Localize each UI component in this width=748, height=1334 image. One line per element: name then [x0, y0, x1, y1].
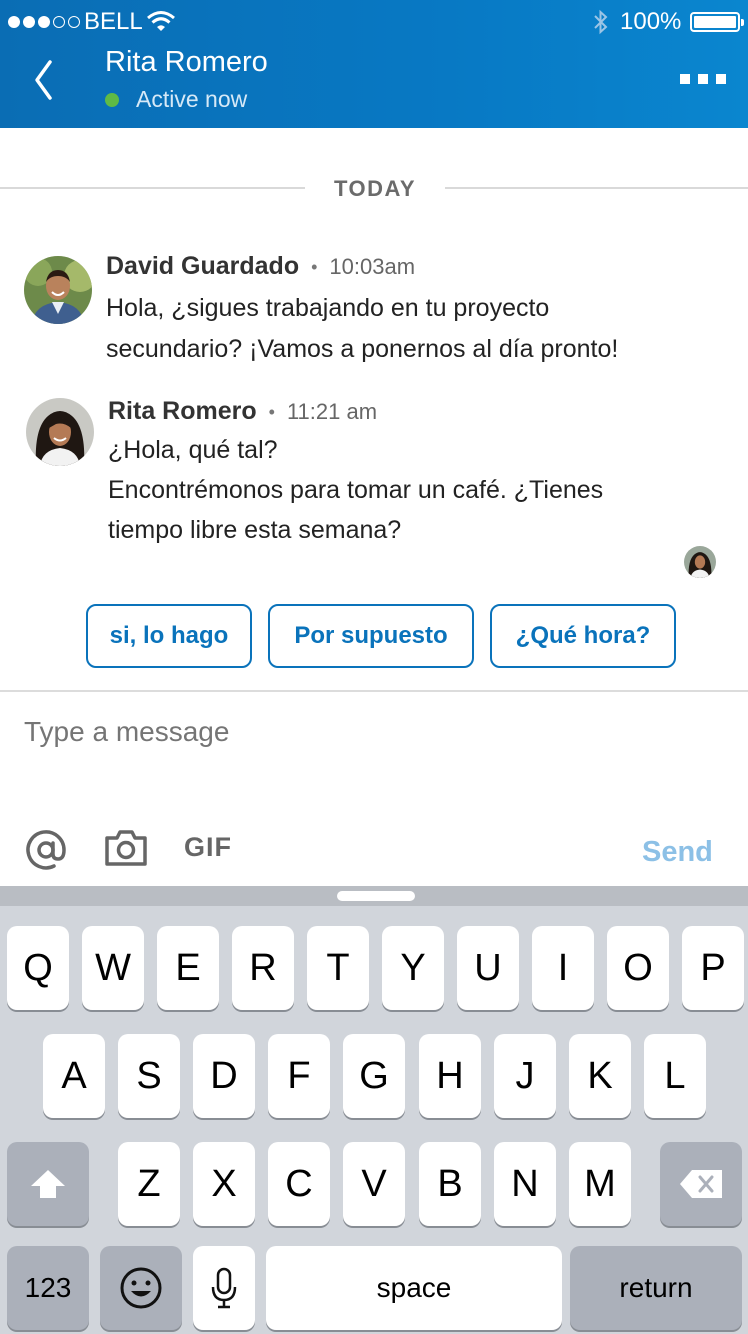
- key-k[interactable]: K: [569, 1034, 631, 1118]
- key-d[interactable]: D: [193, 1034, 255, 1118]
- mention-icon[interactable]: [24, 828, 68, 872]
- key-f[interactable]: F: [268, 1034, 330, 1118]
- key-p[interactable]: P: [682, 926, 744, 1010]
- battery-percent: 100%: [620, 8, 682, 35]
- message-sender[interactable]: Rita Romero: [108, 397, 257, 425]
- key-s[interactable]: S: [118, 1034, 180, 1118]
- return-key[interactable]: return: [570, 1246, 742, 1330]
- shift-arrow-icon: [31, 1170, 65, 1198]
- message-text-line: Hola, ¿sigues trabajando en tu proyecto: [106, 294, 550, 322]
- day-divider: TODAY: [0, 176, 748, 202]
- composer-divider: [0, 690, 748, 692]
- message-header: Rita Romero • 11:21 am: [108, 397, 377, 426]
- key-y[interactable]: Y: [382, 926, 444, 1010]
- avatar-rita-romero[interactable]: [26, 398, 94, 466]
- message-text-line: secundario? ¡Vamos a ponernos al día pro…: [106, 335, 619, 363]
- key-u[interactable]: U: [457, 926, 519, 1010]
- signal-strength-icon: [8, 16, 80, 28]
- avatar-david-guardado[interactable]: [24, 256, 92, 324]
- status-bar: BELL 100%: [0, 0, 748, 44]
- backspace-icon: [680, 1170, 722, 1198]
- more-options-icon[interactable]: [680, 74, 726, 84]
- space-key[interactable]: space: [266, 1246, 562, 1330]
- message-time: 10:03am: [329, 254, 416, 279]
- quick-reply-button[interactable]: ¿Qué hora?: [490, 604, 676, 668]
- key-b[interactable]: B: [419, 1142, 481, 1226]
- divider-line-right: [445, 187, 748, 189]
- quick-reply-button[interactable]: si, lo hago: [86, 604, 252, 668]
- key-h[interactable]: H: [419, 1034, 481, 1118]
- presence-indicator: [105, 93, 119, 107]
- key-q[interactable]: Q: [7, 926, 69, 1010]
- separator-dot: •: [311, 256, 318, 277]
- message-time: 11:21 am: [286, 399, 378, 424]
- key-j[interactable]: J: [494, 1034, 556, 1118]
- dictation-key[interactable]: [193, 1246, 255, 1330]
- gif-button[interactable]: GIF: [184, 832, 232, 863]
- key-e[interactable]: E: [157, 926, 219, 1010]
- key-g[interactable]: G: [343, 1034, 405, 1118]
- separator-dot: •: [268, 401, 275, 422]
- presence-status: Active now: [136, 86, 248, 112]
- camera-icon[interactable]: [104, 828, 148, 868]
- key-r[interactable]: R: [232, 926, 294, 1010]
- emoji-icon: [120, 1267, 162, 1309]
- key-a[interactable]: A: [43, 1034, 105, 1118]
- key-x[interactable]: X: [193, 1142, 255, 1226]
- quick-reply-button[interactable]: Por supuesto: [268, 604, 474, 668]
- day-divider-label: TODAY: [333, 176, 417, 201]
- numbers-key[interactable]: 123: [7, 1246, 89, 1330]
- wifi-icon: [147, 11, 175, 31]
- onscreen-keyboard: Q W E R T Y U I O P A S D F G H J K L Z …: [0, 886, 748, 1334]
- key-i[interactable]: I: [532, 926, 594, 1010]
- message-sender[interactable]: David Guardado: [106, 252, 299, 280]
- key-w[interactable]: W: [82, 926, 144, 1010]
- message-text-line: Encontrémonos para tomar un café. ¿Tiene…: [108, 476, 604, 504]
- key-v[interactable]: V: [343, 1142, 405, 1226]
- key-m[interactable]: M: [569, 1142, 631, 1226]
- key-o[interactable]: O: [607, 926, 669, 1010]
- message-text-line: tiempo libre esta semana?: [108, 516, 402, 544]
- conversation-header: BELL 100% Rita Romero Active now: [0, 0, 748, 128]
- carrier-label: BELL: [84, 8, 143, 35]
- battery-icon: [690, 12, 744, 32]
- send-button[interactable]: Send: [642, 836, 713, 869]
- bluetooth-icon: [594, 9, 608, 35]
- key-c[interactable]: C: [268, 1142, 330, 1226]
- message-header: David Guardado • 10:03am: [106, 252, 415, 281]
- key-t[interactable]: T: [307, 926, 369, 1010]
- emoji-key[interactable]: [100, 1246, 182, 1330]
- backspace-key[interactable]: [660, 1142, 742, 1226]
- divider-line-left: [0, 187, 305, 189]
- key-n[interactable]: N: [494, 1142, 556, 1226]
- message-text-line: ¿Hola, qué tal?: [108, 436, 278, 464]
- back-chevron-icon[interactable]: [30, 58, 58, 102]
- shift-key[interactable]: [7, 1142, 89, 1226]
- microphone-icon: [211, 1267, 237, 1309]
- read-receipt-avatar: [684, 546, 716, 578]
- keyboard-grabber[interactable]: [337, 891, 415, 901]
- message-input[interactable]: [24, 716, 624, 748]
- contact-name[interactable]: Rita Romero: [105, 46, 268, 79]
- key-l[interactable]: L: [644, 1034, 706, 1118]
- key-z[interactable]: Z: [118, 1142, 180, 1226]
